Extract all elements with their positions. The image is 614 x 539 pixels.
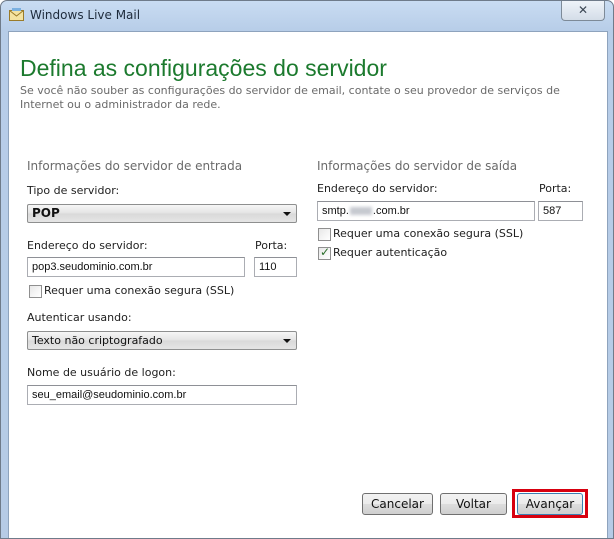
incoming-ssl-label: Requer uma conexão segura (SSL) (44, 284, 235, 297)
incoming-port-input[interactable]: 110 (254, 257, 297, 277)
chevron-down-icon (283, 212, 291, 216)
incoming-address-input[interactable]: pop3.seudominio.com.br (27, 257, 245, 277)
outgoing-address-input[interactable]: smtp. .com.br (317, 201, 535, 221)
window-title: Windows Live Mail (30, 8, 141, 22)
close-button[interactable]: ✕ (561, 1, 605, 21)
incoming-ssl-checkbox[interactable] (29, 285, 42, 298)
page-title: Defina as configurações do servidor (20, 55, 387, 81)
auth-method-label: Autenticar usando: (27, 311, 132, 324)
incoming-port-label: Porta: (255, 239, 288, 252)
cancel-button[interactable]: Cancelar (362, 493, 433, 515)
outgoing-port-input[interactable]: 587 (538, 201, 583, 221)
outgoing-ssl-label: Requer uma conexão segura (SSL) (333, 227, 524, 240)
incoming-address-label: Endereço do servidor: (27, 239, 148, 252)
logon-name-input[interactable]: seu_email@seudominio.com.br (27, 385, 297, 405)
title-bar[interactable]: Windows Live Mail ✕ (1, 1, 613, 31)
chevron-down-icon (283, 339, 291, 343)
outgoing-address-prefix: smtp. (322, 205, 349, 217)
outgoing-address-suffix: .com.br (372, 205, 410, 217)
auth-required-label: Requer autenticação (333, 246, 448, 259)
next-button-highlight (512, 489, 588, 518)
back-button[interactable]: Voltar (440, 493, 507, 515)
logon-name-label: Nome de usuário de logon: (27, 366, 176, 379)
auth-method-select[interactable]: Texto não criptografado (27, 331, 297, 350)
auth-method-value: Texto não criptografado (32, 334, 163, 347)
outgoing-address-label: Endereço do servidor: (317, 182, 438, 195)
server-type-value: POP (32, 206, 60, 220)
auth-required-checkbox[interactable]: ✓ (318, 245, 331, 260)
outgoing-ssl-checkbox[interactable] (318, 228, 331, 241)
close-icon: ✕ (577, 3, 589, 17)
checkmark-icon: ✓ (320, 245, 331, 259)
outgoing-group-title: Informações do servidor de saída (317, 159, 518, 173)
page-subtitle: Se você não souber as configurações do s… (20, 84, 560, 111)
incoming-group-title: Informações do servidor de entrada (27, 159, 243, 173)
server-type-select[interactable]: POP (27, 204, 297, 223)
windows-live-mail-icon (9, 8, 24, 21)
server-type-label: Tipo de servidor: (27, 184, 120, 197)
redacted-domain (349, 207, 372, 216)
outgoing-port-label: Porta: (539, 182, 572, 195)
